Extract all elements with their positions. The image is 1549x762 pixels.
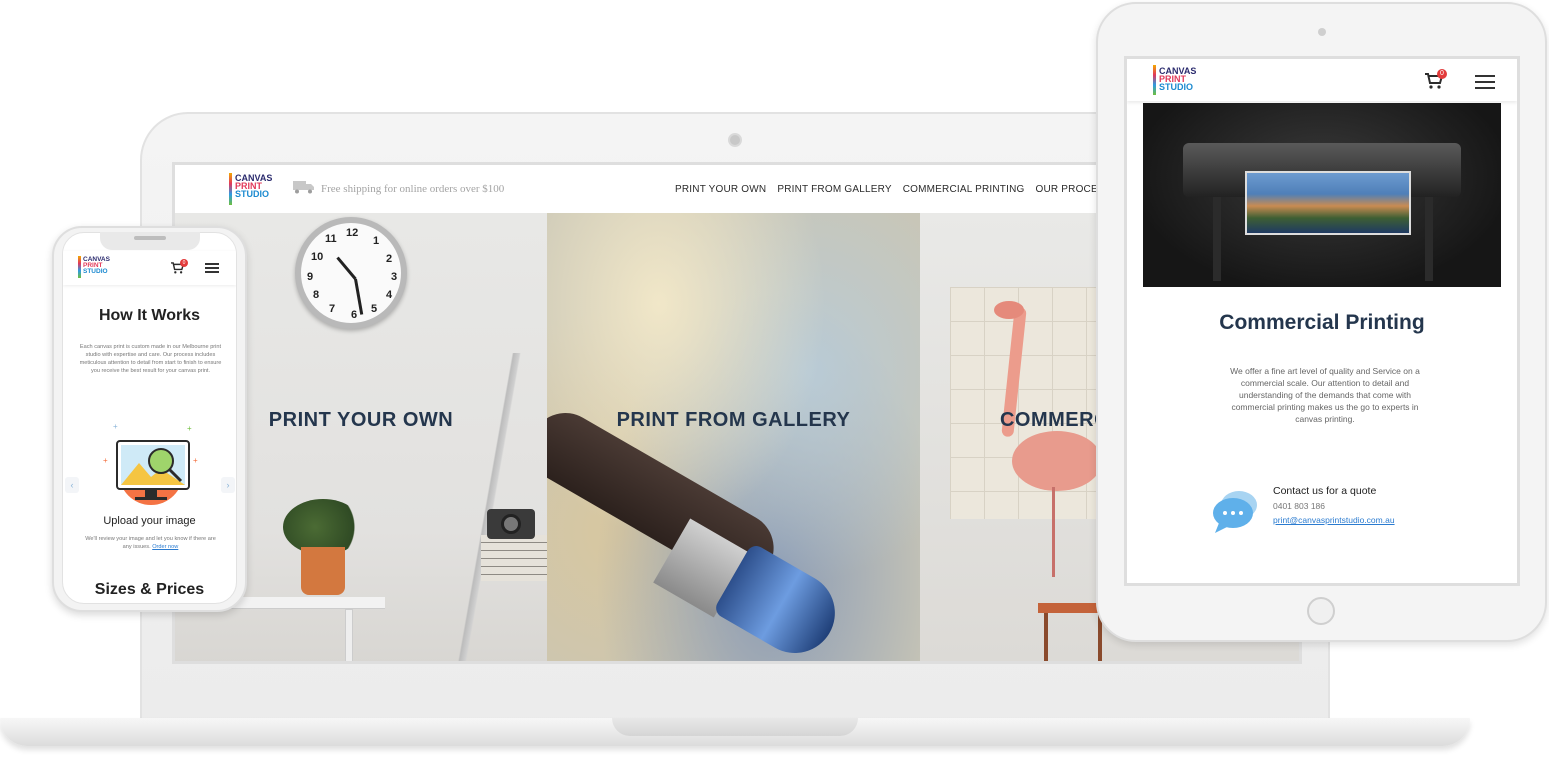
contact-email-link[interactable]: print@canvasprintstudio.com.au [1273,515,1395,525]
nav-commercial-printing[interactable]: COMMERCIAL PRINTING [903,184,1025,195]
cart-badge: 0 [180,259,188,267]
flamingo-body [1012,431,1102,491]
panel-title: PRINT FROM GALLERY [616,409,851,431]
panel-print-from-gallery[interactable]: PRINT FROM GALLERY [547,213,920,661]
free-shipping-text: Free shipping for online orders over $10… [321,183,505,195]
carousel-prev-button[interactable]: ‹ [65,477,79,493]
truck-icon [293,181,314,194]
laptop-camera [728,133,742,147]
laptop-notch [612,718,858,736]
site-logo[interactable]: CANVAS PRINT STUDIO [235,173,272,200]
clock-number: 1 [373,235,380,247]
clock-number: 2 [386,253,393,265]
logo-line: STUDIO [235,189,270,200]
phone-screen: CANVAS PRINT STUDIO 0 How It Works Each … [62,232,237,604]
cart-badge: 0 [1437,69,1447,79]
contact-phone[interactable]: 0401 803 186 [1273,501,1325,511]
camera-image [487,509,535,539]
sizes-prices-title: Sizes & Prices [94,581,205,598]
phone-speaker [134,236,166,240]
phone-header: CANVAS PRINT STUDIO 0 [63,251,236,285]
tablet-header: CANVAS PRINT STUDIO 0 [1127,59,1517,101]
upload-step-description: We'll review your image and let you know… [85,536,216,550]
phone-notch [100,232,200,250]
tablet-camera [1318,28,1326,36]
stool-leg [1044,613,1048,661]
svg-text:+: + [193,456,198,465]
pot-image [301,547,345,595]
contact-title: Contact us for a quote [1273,485,1377,497]
upload-step-title: Upload your image [103,515,196,527]
order-now-link[interactable]: Order now [152,544,178,550]
phone-logo[interactable]: CANVAS PRINT STUDIO [83,256,110,275]
books-image [481,535,547,581]
logo-accent-bar [229,173,232,205]
printer-stand [1213,197,1221,281]
clock-hand [336,256,357,280]
commercial-printing-title: Commercial Printing [1219,311,1425,334]
clock-number: 6 [351,309,358,321]
clock-number: 8 [313,289,320,301]
clock-image: 12 1 2 3 4 5 6 7 8 9 10 11 [295,217,407,329]
upload-image-icon: + + + + [103,422,198,505]
printed-landscape [1245,171,1411,235]
svg-text:+: + [113,422,118,431]
printer-image [1143,103,1501,287]
clock-number: 12 [346,227,359,239]
clock-number: 10 [311,251,324,263]
clock-number: 9 [307,271,314,283]
carousel-next-button[interactable]: › [221,477,235,493]
how-it-works-title: How It Works [98,307,201,324]
clock-number: 5 [371,303,378,315]
clock-number: 7 [329,303,336,315]
desk-leg [345,609,353,661]
tablet-screen: CANVAS PRINT STUDIO 0 Commercial Printin… [1124,56,1520,586]
chat-bubble-icon [1213,491,1257,533]
commercial-description: We offer a fine art level of quality and… [1230,366,1420,424]
logo-line: STUDIO [1159,82,1194,93]
svg-text:+: + [103,456,108,465]
how-it-works-text: Each canvas print is custom made in our … [79,344,222,374]
camera-lens [501,514,521,534]
main-nav: PRINT YOUR OWN PRINT FROM GALLERY COMMER… [675,184,1098,195]
flamingo-head [994,301,1024,319]
svg-text:+: + [187,424,192,433]
tablet-home-button[interactable] [1307,597,1335,625]
flamingo-leg [1052,487,1055,577]
flamingo-poster [950,287,1102,577]
tablet-logo[interactable]: CANVAS PRINT STUDIO [1159,66,1196,93]
nav-print-your-own[interactable]: PRINT YOUR OWN [675,184,766,195]
logo-line: STUDIO [83,267,108,275]
nav-print-from-gallery[interactable]: PRINT FROM GALLERY [777,184,891,195]
hamburger-menu-icon[interactable] [1475,75,1495,89]
logo-accent-bar [1153,65,1156,95]
printer-stand [1425,197,1433,281]
logo-accent-bar [78,256,81,278]
clock-number: 4 [386,289,393,301]
clock-number: 3 [391,271,398,283]
upload-step-text: We'll review your image and let you know… [83,535,218,551]
nav-our-process[interactable]: OUR PROCE [1035,184,1097,195]
hamburger-menu-icon[interactable] [205,263,219,273]
clock-number: 11 [325,233,337,245]
